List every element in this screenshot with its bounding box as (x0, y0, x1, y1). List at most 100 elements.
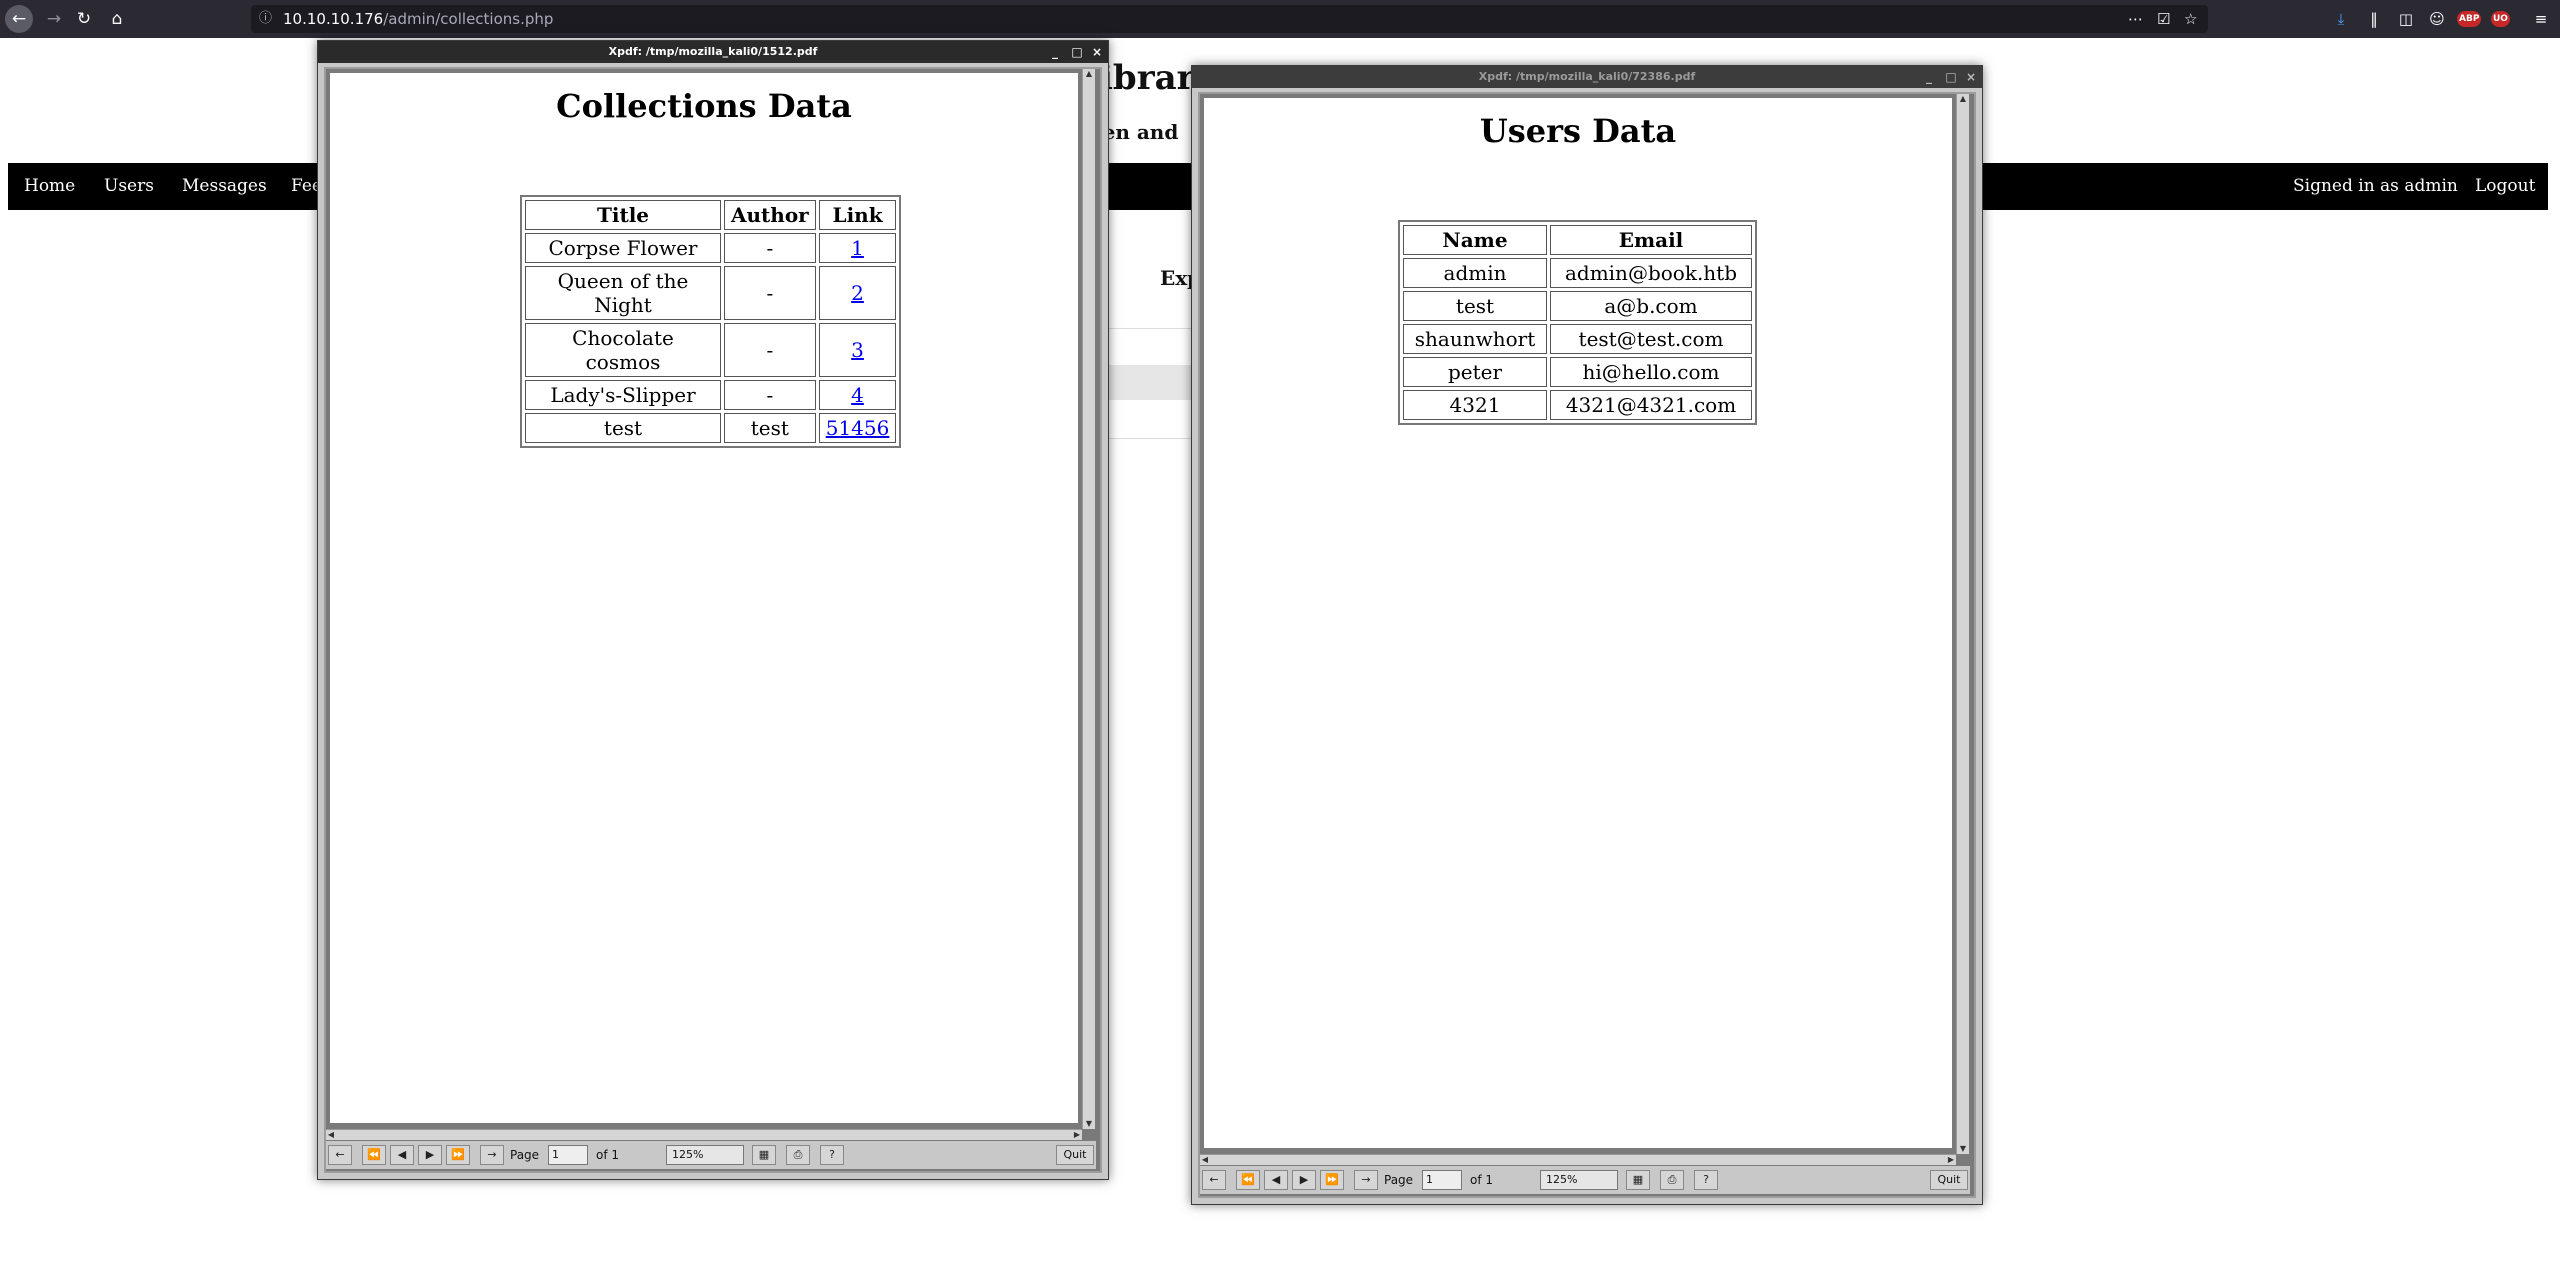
collection-link[interactable]: 2 (851, 281, 864, 305)
downloads-icon[interactable]: ⤓ (2329, 5, 2353, 33)
account-icon[interactable]: ☺ (2425, 5, 2449, 33)
cell-name: test (1403, 291, 1547, 321)
vertical-scrollbar[interactable]: ▲ ▼ (1956, 94, 1969, 1154)
quit-button[interactable]: Quit (1056, 1145, 1094, 1165)
xpdf-toolbar: ← ⏪ ◀ ▶ ⏩ → Page 1 of 1 125% ▦ ⎙ ? Quit (326, 1141, 1096, 1169)
scroll-up-icon[interactable]: ▲ (1084, 69, 1094, 79)
print-icon[interactable]: ⎙ (786, 1145, 810, 1165)
cell-author: - (724, 233, 816, 263)
page-label: Page (510, 1148, 540, 1162)
cell-email: test@test.com (1550, 324, 1752, 354)
pdf-viewport[interactable]: Users Data Name Email admin admin@book.h… (1198, 92, 1976, 1198)
scroll-left-icon[interactable]: ◀ (326, 1130, 336, 1140)
window-titlebar[interactable]: Xpdf: /tmp/mozilla_kali0/72386.pdf _ □ × (1192, 66, 1982, 88)
adblock-icon[interactable]: ABP (2457, 11, 2482, 27)
xpdf-window-users[interactable]: Xpdf: /tmp/mozilla_kali0/72386.pdf _ □ ×… (1191, 65, 1983, 1205)
cell-title: Corpse Flower (525, 233, 721, 263)
nav-home-link[interactable]: Home (24, 163, 75, 210)
cell-title: Queen of the Night (525, 266, 721, 320)
signed-in-label: Signed in as admin (2293, 176, 2458, 196)
find-icon[interactable]: ▦ (752, 1145, 776, 1165)
cell-name: shaunwhort (1403, 324, 1547, 354)
vertical-scrollbar[interactable]: ▲ ▼ (1082, 69, 1095, 1129)
scroll-down-icon[interactable]: ▼ (1958, 1144, 1968, 1154)
page-actions-icon[interactable]: ⋯ (2128, 5, 2143, 33)
nav-messages-link[interactable]: Messages (182, 163, 267, 210)
zoom-select[interactable]: 125% (1540, 1170, 1618, 1190)
scroll-right-icon[interactable]: ▶ (1072, 1130, 1082, 1140)
cell-title: test (525, 413, 721, 443)
logout-link[interactable]: Logout (2475, 163, 2535, 210)
page-title: ibrar (1100, 58, 1195, 98)
bookmark-star-icon[interactable]: ☆ (2184, 5, 2197, 33)
cell-email: a@b.com (1550, 291, 1752, 321)
library-icon[interactable]: ‖ (2362, 5, 2386, 33)
horizontal-scrollbar[interactable]: ◀ ▶ (1200, 1154, 1956, 1165)
home-icon[interactable]: ⌂ (103, 5, 131, 33)
print-icon[interactable]: ⎙ (1660, 1170, 1684, 1190)
page-number-input[interactable]: 1 (548, 1145, 588, 1165)
help-icon[interactable]: ? (820, 1145, 844, 1165)
table-row: Lady's-Slipper - 4 (525, 380, 897, 410)
help-icon[interactable]: ? (1694, 1170, 1718, 1190)
prev-link-icon[interactable]: ← (328, 1145, 352, 1165)
next-link-icon[interactable]: → (480, 1145, 504, 1165)
pdf-viewport[interactable]: Collections Data Title Author Link Corps… (324, 67, 1102, 1173)
cell-link: 3 (818, 323, 897, 377)
xpdf-window-collections[interactable]: Xpdf: /tmp/mozilla_kali0/1512.pdf _ □ × … (317, 40, 1109, 1180)
ublock-icon[interactable]: UO (2491, 11, 2510, 27)
previous-page-icon[interactable]: ◀ (390, 1145, 414, 1165)
next-page-icon[interactable]: ▶ (418, 1145, 442, 1165)
zoom-select[interactable]: 125% (666, 1145, 744, 1165)
reload-icon[interactable]: ↻ (70, 5, 98, 33)
find-icon[interactable]: ▦ (1626, 1170, 1650, 1190)
window-titlebar[interactable]: Xpdf: /tmp/mozilla_kali0/1512.pdf _ □ × (318, 41, 1108, 63)
previous-page-icon[interactable]: ◀ (1264, 1170, 1288, 1190)
column-header-name: Name (1403, 225, 1547, 255)
cell-email: admin@book.htb (1550, 258, 1752, 288)
url-text[interactable]: 10.10.10.176/admin/collections.php (283, 5, 553, 33)
site-info-icon[interactable]: ⓘ (259, 5, 272, 33)
prev-link-icon[interactable]: ← (1202, 1170, 1226, 1190)
collection-link[interactable]: 3 (851, 338, 864, 362)
back-arrow-icon[interactable]: ← (5, 5, 33, 33)
maximize-icon[interactable]: □ (1068, 41, 1086, 63)
cell-author: - (724, 323, 816, 377)
next-page-icon[interactable]: ▶ (1292, 1170, 1316, 1190)
collection-link[interactable]: 4 (851, 383, 864, 407)
cell-author: - (724, 380, 816, 410)
scroll-down-icon[interactable]: ▼ (1084, 1119, 1094, 1129)
maximize-icon[interactable]: □ (1942, 66, 1960, 88)
zoom-value: 125% (672, 1148, 704, 1161)
table-row: Corpse Flower - 1 (525, 233, 897, 263)
table-row: test a@b.com (1403, 291, 1752, 321)
back-10-pages-icon[interactable]: ⏪ (362, 1145, 386, 1165)
scroll-up-icon[interactable]: ▲ (1958, 94, 1968, 104)
forward-10-pages-icon[interactable]: ⏩ (446, 1145, 470, 1165)
menu-icon[interactable]: ≡ (2529, 5, 2553, 33)
table-row: admin admin@book.htb (1403, 258, 1752, 288)
back-10-pages-icon[interactable]: ⏪ (1236, 1170, 1260, 1190)
pocket-icon[interactable]: ☑ (2157, 5, 2170, 33)
horizontal-scrollbar[interactable]: ◀ ▶ (326, 1129, 1082, 1140)
next-link-icon[interactable]: → (1354, 1170, 1378, 1190)
nav-users-link[interactable]: Users (104, 163, 154, 210)
table-row: test test 51456 (525, 413, 897, 443)
close-icon[interactable]: × (1088, 41, 1106, 63)
url-bar[interactable]: ⓘ 10.10.10.176/admin/collections.php ⋯ ☑… (251, 5, 2208, 33)
scroll-right-icon[interactable]: ▶ (1946, 1155, 1956, 1165)
table-row: shaunwhort test@test.com (1403, 324, 1752, 354)
collection-link[interactable]: 1 (851, 236, 864, 260)
sidebar-icon[interactable]: ◫ (2394, 5, 2418, 33)
forward-arrow-icon[interactable]: → (40, 5, 68, 33)
minimize-icon[interactable]: _ (1920, 66, 1938, 88)
scroll-left-icon[interactable]: ◀ (1200, 1155, 1210, 1165)
cell-link: 4 (818, 380, 897, 410)
close-icon[interactable]: × (1962, 66, 1980, 88)
quit-button[interactable]: Quit (1930, 1170, 1968, 1190)
page-number-input[interactable]: 1 (1422, 1170, 1462, 1190)
collection-link[interactable]: 51456 (826, 416, 890, 440)
forward-10-pages-icon[interactable]: ⏩ (1320, 1170, 1344, 1190)
minimize-icon[interactable]: _ (1046, 41, 1064, 63)
column-header-link: Link (818, 200, 897, 230)
